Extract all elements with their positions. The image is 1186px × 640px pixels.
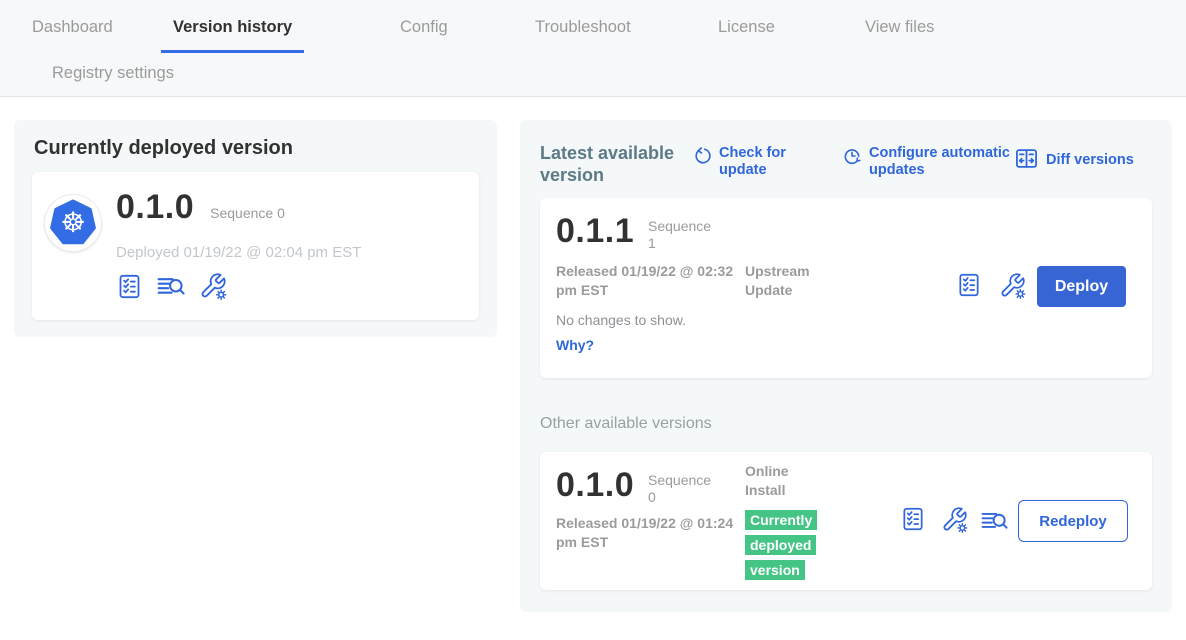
tab-config[interactable]: Config <box>388 10 460 50</box>
current-sequence-label: Sequence 0 <box>210 205 285 222</box>
tab-troubleshoot[interactable]: Troubleshoot <box>523 10 643 50</box>
tab-dashboard[interactable]: Dashboard <box>20 10 125 50</box>
preflight-checks-icon[interactable] <box>900 506 926 532</box>
tab-view-files[interactable]: View files <box>853 10 946 50</box>
diff-versions-icon <box>1014 145 1039 176</box>
edit-config-icon[interactable] <box>999 272 1026 299</box>
other-released-timestamp: Released 01/19/22 @ 01:24 pm EST <box>556 514 756 552</box>
automatic-updates-icon <box>842 145 862 179</box>
other-version-number: 0.1.0 <box>556 466 634 504</box>
current-deployed-timestamp: Deployed 01/19/22 @ 02:04 pm EST <box>116 244 361 261</box>
redeploy-button[interactable]: Redeploy <box>1018 500 1128 542</box>
tab-license[interactable]: License <box>706 10 787 50</box>
svg-text:☸: ☸ <box>60 206 85 239</box>
edit-config-icon[interactable] <box>941 506 968 533</box>
preflight-checks-icon[interactable] <box>116 273 143 300</box>
other-source-label: Online Install <box>745 462 815 500</box>
tab-registry-settings[interactable]: Registry settings <box>40 56 186 96</box>
currently-deployed-panel: Currently deployed version ☸ 0.1.0 Seque… <box>14 120 497 337</box>
latest-version-number: 0.1.1 <box>556 212 634 250</box>
configure-automatic-updates-link[interactable]: Configure automatic updates <box>842 145 1029 179</box>
app-header: Dashboard Version history Config Trouble… <box>0 0 1186 97</box>
latest-released-timestamp: Released 01/19/22 @ 02:32 pm EST <box>556 262 756 300</box>
check-update-icon <box>692 145 712 179</box>
currently-deployed-title: Currently deployed version <box>34 137 293 160</box>
preflight-checks-icon[interactable] <box>956 272 982 298</box>
other-available-versions-title: Other available versions <box>540 415 712 433</box>
why-link[interactable]: Why? <box>556 337 594 353</box>
edit-config-icon[interactable] <box>199 272 227 300</box>
latest-source-label: Upstream Update <box>745 262 840 300</box>
currently-deployed-badge: Currently deployed version <box>745 508 817 583</box>
latest-available-panel: Latest available version Check for updat… <box>520 120 1172 612</box>
currently-deployed-card: ☸ 0.1.0 Sequence 0 Deployed 01/19/22 @ 0… <box>32 172 479 320</box>
tab-version-history[interactable]: Version history <box>161 10 304 53</box>
diff-versions-link[interactable]: Diff versions <box>1014 145 1134 176</box>
other-sequence-label: Sequence 0 <box>648 472 720 506</box>
deploy-button[interactable]: Deploy <box>1037 266 1126 307</box>
other-version-card: 0.1.0 Sequence 0 Online Install Released… <box>540 452 1152 590</box>
no-changes-text: No changes to show. <box>556 312 686 328</box>
kubernetes-logo-icon: ☸ <box>44 194 102 252</box>
view-deploy-logs-icon[interactable] <box>980 508 1009 534</box>
check-for-update-link[interactable]: Check for update <box>692 145 801 179</box>
current-version-number: 0.1.0 <box>116 188 194 226</box>
latest-version-card: 0.1.1 Sequence 1 Released 01/19/22 @ 02:… <box>540 198 1152 378</box>
latest-sequence-label: Sequence 1 <box>648 218 720 252</box>
latest-available-title: Latest available version <box>540 142 690 186</box>
view-deploy-logs-icon[interactable] <box>156 273 186 300</box>
